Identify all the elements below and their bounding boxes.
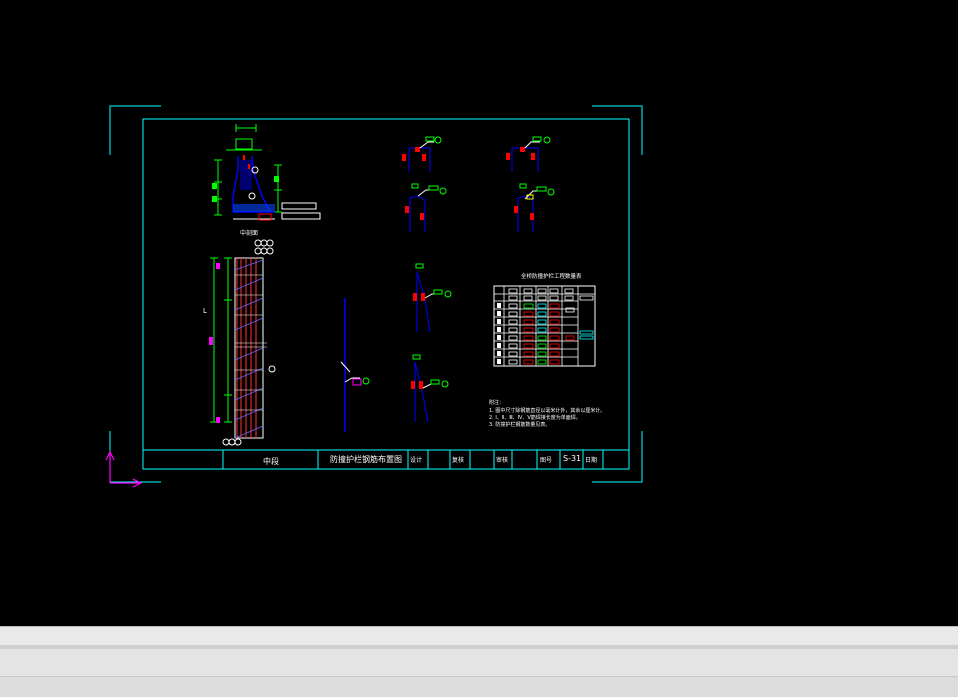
table-title: 全桥防撞护栏工程数量表 [521,272,582,280]
elevation-label: L [203,307,207,315]
quantity-table: 全桥防撞护栏工程数量表 [493,272,596,367]
status-bar[interactable] [0,649,958,677]
note-line-1: 1. 图中尺寸除钢筋直径以毫米计外，其余以厘米计。 [489,407,605,414]
guardrail-elevation: L [203,239,276,446]
title-block-drawing-title: 防撞护栏钢筋布置图 [330,454,402,464]
title-block-check: 审核 [496,456,508,464]
command-line-area[interactable] [0,626,958,645]
drawing-notes: 附注： 1. 图中尺寸除钢筋直径以毫米计外，其余以厘米计。 2. Ⅰ、Ⅱ、Ⅲ、Ⅳ… [489,399,605,428]
notes-title: 附注： [489,399,504,406]
note-line-3: 3. 防撞护栏钢筋数量见表。 [489,421,550,428]
cad-drawing-canvas[interactable]: 中段 防撞护栏钢筋布置图 设计 复核 审核 图号 S-31 日期 中剖面 L 全… [0,0,958,626]
guardrail-cross-section: 中剖面 [212,124,321,237]
taskbar-strip [0,677,958,697]
title-block-date: 日期 [585,456,597,464]
title-block-drawing-no-label: 图号 [540,457,552,464]
wall-elevation-line [340,298,370,432]
note-line-2: 2. Ⅰ、Ⅱ、Ⅲ、Ⅳ、Ⅴ筋焊接长度为单面焊。 [489,414,581,421]
title-block-view-name: 中段 [263,456,279,466]
section-label: 中剖面 [240,229,258,237]
title-block: 中段 防撞护栏钢筋布置图 设计 复核 审核 图号 S-31 日期 [143,449,629,469]
title-block-drawing-no: S-31 [563,454,581,463]
title-block-design: 设计 [410,456,422,464]
title-block-review: 复核 [452,456,464,464]
